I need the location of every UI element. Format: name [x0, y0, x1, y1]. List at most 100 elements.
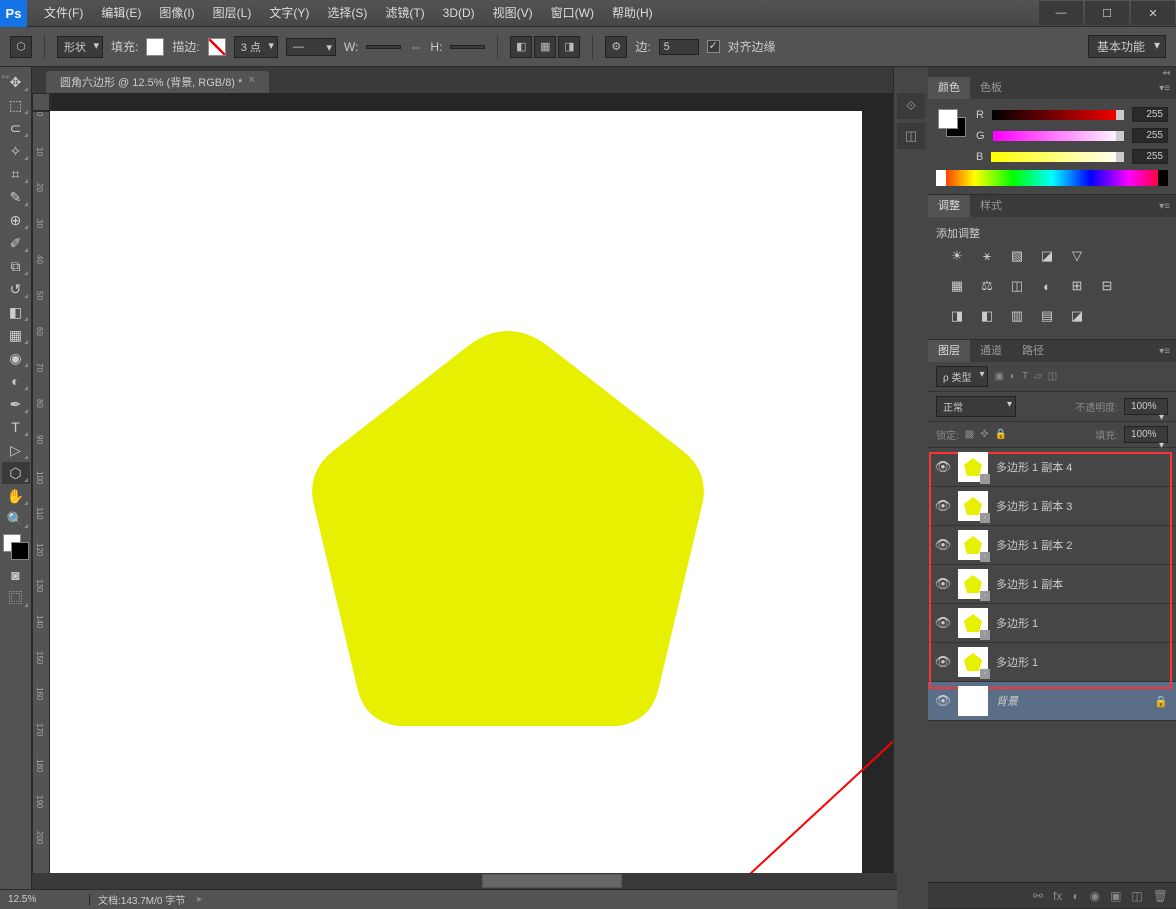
eyedropper-tool[interactable]: ✎ — [2, 186, 30, 208]
menu-type[interactable]: 文字(Y) — [260, 0, 318, 27]
canvas[interactable] — [50, 111, 862, 909]
tab-channels[interactable]: 通道 — [970, 340, 1012, 362]
layer-thumbnail[interactable]: ▫ — [958, 491, 988, 521]
tab-layers[interactable]: 图层 — [928, 340, 970, 362]
shape-preset-icon[interactable]: ⬡ — [10, 36, 32, 58]
layer-fill-field[interactable]: 100% — [1124, 426, 1168, 443]
levels-icon[interactable]: ⚹ — [976, 247, 998, 265]
lock-pixels-icon[interactable]: ▩ — [965, 429, 974, 440]
layer-name[interactable]: 多边形 1 — [992, 654, 1176, 670]
selective-icon[interactable]: ◪ — [1066, 307, 1088, 325]
visibility-icon[interactable]: 👁 — [928, 693, 958, 709]
visibility-icon[interactable]: 👁 — [928, 459, 958, 475]
tab-swatches[interactable]: 色板 — [970, 77, 1012, 99]
menu-3d[interactable]: 3D(D) — [434, 0, 484, 27]
layer-name[interactable]: 多边形 1 副本 2 — [992, 537, 1176, 553]
height-field[interactable] — [450, 45, 485, 49]
close-tab-icon[interactable]: × — [248, 74, 254, 90]
gear-icon[interactable]: ⚙ — [605, 36, 627, 58]
panel-fg-bg-swatch[interactable] — [938, 109, 966, 137]
lock-position-icon[interactable]: ✜ — [980, 429, 988, 440]
path-select-tool[interactable]: ▷ — [2, 439, 30, 461]
r-value[interactable]: 255 — [1132, 107, 1168, 122]
threshold-icon[interactable]: ▥ — [1006, 307, 1028, 325]
lock-icon[interactable]: 🔒 — [1154, 695, 1176, 708]
blend-mode-dropdown[interactable]: 正常 — [936, 396, 1016, 417]
layer-row-background[interactable]: 👁 背景 🔒 — [928, 682, 1176, 721]
layer-name[interactable]: 多边形 1 副本 4 — [992, 459, 1176, 475]
pathop-combine-icon[interactable]: ◧ — [510, 36, 532, 58]
menu-help[interactable]: 帮助(H) — [603, 0, 662, 27]
r-slider[interactable] — [992, 110, 1124, 120]
filter-adjust-icon[interactable]: ◐ — [1010, 371, 1016, 382]
layer-row[interactable]: 👁 ▫ 多边形 1 — [928, 604, 1176, 643]
layer-mask-icon[interactable]: ◐ — [1072, 889, 1079, 903]
pen-tool[interactable]: ✒ — [2, 393, 30, 415]
filter-type-icon[interactable]: T — [1022, 371, 1028, 382]
color-spectrum[interactable] — [936, 170, 1168, 186]
zoom-tool[interactable]: 🔍 — [2, 508, 30, 530]
layer-thumbnail[interactable]: ▫ — [958, 530, 988, 560]
tab-styles[interactable]: 样式 — [970, 195, 1012, 217]
delete-layer-icon[interactable]: 🗑 — [1153, 889, 1168, 903]
exposure-icon[interactable]: ◪ — [1036, 247, 1058, 265]
shape-tool[interactable]: ⬡ — [2, 462, 30, 484]
layer-name[interactable]: 多边形 1 — [992, 615, 1176, 631]
filter-pixel-icon[interactable]: ▣ — [994, 371, 1003, 382]
close-button[interactable]: ✕ — [1131, 1, 1175, 25]
zoom-level[interactable]: 12.5% — [0, 894, 90, 905]
menu-filter[interactable]: 滤镜(T) — [376, 0, 433, 27]
photo-filter-icon[interactable]: ◐ — [1036, 277, 1058, 295]
invert-icon[interactable]: ◨ — [946, 307, 968, 325]
visibility-icon[interactable]: 👁 — [928, 498, 958, 514]
layers-panel-menu-icon[interactable]: ▾≡ — [1153, 346, 1176, 357]
layer-thumbnail[interactable] — [958, 686, 988, 716]
menu-select[interactable]: 选择(S) — [318, 0, 376, 27]
stroke-swatch[interactable] — [208, 38, 226, 56]
fill-swatch[interactable] — [146, 38, 164, 56]
move-tool[interactable]: ✥ — [2, 71, 30, 93]
b-slider[interactable] — [991, 152, 1124, 162]
status-menu-icon[interactable]: ▸ — [197, 894, 202, 905]
layer-filter-dropdown[interactable]: ρ 类型 — [936, 366, 988, 387]
layer-thumbnail[interactable]: ▫ — [958, 647, 988, 677]
bw-icon[interactable]: ◫ — [1006, 277, 1028, 295]
layer-name[interactable]: 背景 — [992, 693, 1154, 709]
layer-row[interactable]: 👁 ▫ 多边形 1 副本 — [928, 565, 1176, 604]
balance-icon[interactable]: ⚖ — [976, 277, 998, 295]
pathop-arrange-icon[interactable]: ◨ — [558, 36, 580, 58]
layer-thumbnail[interactable]: ▫ — [958, 608, 988, 638]
align-edges-checkbox[interactable] — [707, 40, 720, 53]
mixer-icon[interactable]: ⊞ — [1066, 277, 1088, 295]
adjust-panel-menu-icon[interactable]: ▾≡ — [1153, 201, 1176, 212]
filter-shape-icon[interactable]: ▱ — [1034, 371, 1042, 382]
brightness-icon[interactable]: ☀ — [946, 247, 968, 265]
posterize-icon[interactable]: ◧ — [976, 307, 998, 325]
marquee-tool[interactable]: ⬚ — [2, 94, 30, 116]
type-tool[interactable]: T — [2, 416, 30, 438]
menu-edit[interactable]: 编辑(E) — [92, 0, 150, 27]
visibility-icon[interactable]: 👁 — [928, 537, 958, 553]
gradient-map-icon[interactable]: ▤ — [1036, 307, 1058, 325]
menu-layer[interactable]: 图层(L) — [204, 0, 261, 27]
panel-collapse-button[interactable]: ◂◂ — [928, 67, 1176, 77]
heal-tool[interactable]: ⊕ — [2, 209, 30, 231]
tab-color[interactable]: 颜色 — [928, 77, 970, 99]
visibility-icon[interactable]: 👁 — [928, 654, 958, 670]
visibility-icon[interactable]: 👁 — [928, 576, 958, 592]
history-brush-tool[interactable]: ↺ — [2, 278, 30, 300]
menu-image[interactable]: 图像(I) — [150, 0, 203, 27]
horizontal-ruler[interactable]: 0 10 20 30 40 50 60 70 80 90 100 110 120… — [50, 93, 52, 111]
b-value[interactable]: 255 — [1132, 149, 1168, 164]
curves-icon[interactable]: ▧ — [1006, 247, 1028, 265]
g-slider[interactable] — [993, 131, 1124, 141]
lasso-tool[interactable]: ⊂ — [2, 117, 30, 139]
layer-row[interactable]: 👁 ▫ 多边形 1 — [928, 643, 1176, 682]
workspace-dropdown[interactable]: 基本功能 — [1088, 35, 1166, 58]
horizontal-scrollbar[interactable] — [32, 873, 897, 889]
tool-mode-dropdown[interactable]: 形状 — [57, 36, 103, 58]
minimize-button[interactable]: — — [1039, 1, 1083, 25]
layer-fx-icon[interactable]: fx — [1053, 889, 1062, 903]
wand-tool[interactable]: ✧ — [2, 140, 30, 162]
ruler-origin[interactable] — [32, 93, 50, 111]
